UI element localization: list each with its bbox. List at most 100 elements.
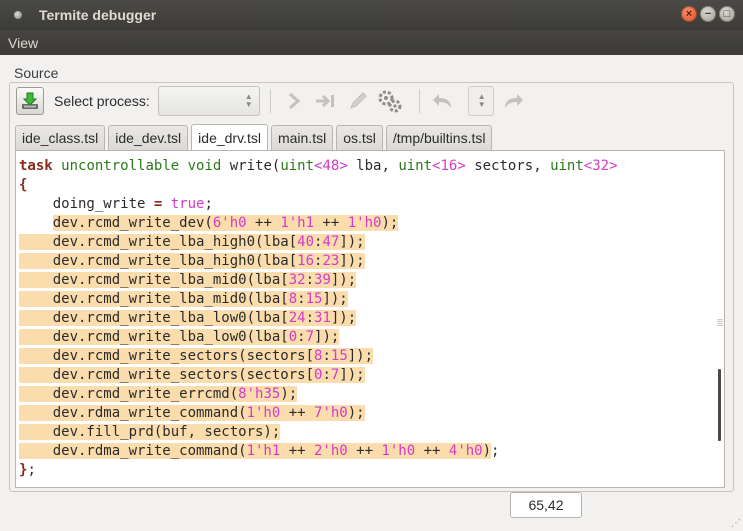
code-token: 24: [288, 310, 306, 326]
code-line[interactable]: dev.rcmd_write_lba_mid0(lba[32:39]);: [19, 271, 618, 290]
minimize-icon[interactable]: −: [700, 6, 716, 22]
code-line[interactable]: };: [19, 461, 618, 480]
code-line[interactable]: dev.rdma_write_command(1'h1 ++ 2'h0 ++ 1…: [19, 442, 618, 461]
code-token: uint: [550, 158, 584, 174]
close-icon[interactable]: ×: [681, 6, 697, 22]
continue-icon: [288, 92, 300, 110]
code-line[interactable]: {: [19, 176, 618, 195]
updown-arrows-icon: ▲ ▼: [244, 92, 253, 109]
code-token: ]);: [330, 272, 357, 288]
code-line[interactable]: dev.rcmd_write_errcmd(8'h35);: [19, 385, 618, 404]
code-view[interactable]: task uncontrollable void write(uint<48> …: [19, 157, 618, 480]
code-token: 1'h0: [381, 443, 416, 459]
code-token: dev.rdma_write_command(: [19, 405, 247, 421]
app-icon: [14, 11, 22, 19]
code-token: dev.rcmd_write_lba_low0(lba[: [19, 329, 289, 345]
file-tabs: ide_class.tsl ide_dev.tsl ide_drv.tsl ma…: [15, 124, 495, 151]
code-line[interactable]: dev.rcmd_write_sectors(sectors[0:7]);: [19, 366, 618, 385]
redo-button[interactable]: [500, 88, 526, 114]
code-line[interactable]: dev.rdma_write_command(1'h0 ++ 7'h0);: [19, 404, 618, 423]
code-line[interactable]: doing_write = true;: [19, 195, 618, 214]
code-line[interactable]: dev.rcmd_write_lba_low0(lba[0:7]);: [19, 328, 618, 347]
undo-button[interactable]: [430, 88, 456, 114]
code-token: ]);: [322, 291, 348, 307]
maximize-icon[interactable]: □: [719, 6, 735, 22]
code-line[interactable]: dev.rcmd_write_sectors(sectors[8:15]);: [19, 347, 618, 366]
code-token: 6'h0: [212, 215, 247, 231]
code-token: ]);: [339, 367, 365, 383]
tab-os[interactable]: os.tsl: [336, 125, 383, 150]
highlighted-code: dev.rcmd_write_lba_mid0(lba[8:15]);: [19, 291, 348, 307]
window-title: Termite debugger: [39, 7, 157, 23]
code-line[interactable]: dev.rcmd_write_lba_low0(lba[24:31]);: [19, 309, 618, 328]
vertical-scrollbar[interactable]: [718, 369, 721, 441]
code-token: );: [347, 405, 365, 421]
history-spinner[interactable]: ▲ ▼: [467, 86, 494, 116]
code-token: ++: [280, 443, 315, 459]
step-icon: [315, 94, 334, 108]
scroll-grip-icon: ═ ═: [717, 316, 723, 329]
code-token: uint: [398, 158, 433, 174]
code-token: :: [297, 329, 306, 345]
code-token: 4'h0: [448, 443, 483, 459]
tab-builtins[interactable]: /tmp/builtins.tsl: [385, 125, 493, 150]
code-token: dev.rcmd_write_sectors(sectors[: [19, 348, 315, 364]
code-token: dev.rcmd_write_lba_high0(lba[: [19, 253, 298, 269]
updown-arrows-icon: ▲ ▼: [477, 92, 486, 109]
source-label: Source: [14, 65, 59, 81]
code-token: ++: [246, 215, 281, 231]
code-token: ++: [280, 405, 315, 421]
code-line[interactable]: dev.rcmd_write_lba_high0(lba[40:47]);: [19, 233, 618, 252]
code-token: dev.rcmd_write_lba_low0(lba[: [19, 310, 289, 326]
code-token: :: [322, 367, 331, 383]
tab-main[interactable]: main.tsl: [270, 125, 334, 150]
step-button[interactable]: [313, 88, 339, 114]
menu-view[interactable]: View: [0, 35, 38, 51]
code-token: );: [381, 215, 399, 231]
code-token: ]);: [347, 348, 374, 364]
code-token: 32: [288, 272, 306, 288]
tab-ide-class[interactable]: ide_class.tsl: [15, 125, 106, 150]
code-token: ]);: [330, 310, 357, 326]
code-line[interactable]: dev.rcmd_write_lba_mid0(lba[8:15]);: [19, 290, 618, 309]
code-token: 1'h1: [280, 215, 315, 231]
code-line[interactable]: dev.rcmd_write_dev(6'h0 ++ 1'h1 ++ 1'h0)…: [19, 214, 618, 233]
resize-grip-icon[interactable]: ⋰: [731, 519, 741, 529]
settings-button[interactable]: [377, 88, 403, 114]
code-token: <48>: [314, 158, 348, 174]
toolbar-separator: [269, 89, 271, 113]
code-token: dev.rcmd_write_sectors(sectors[: [19, 367, 315, 383]
download-button[interactable]: [16, 87, 44, 115]
code-token: <32>: [583, 158, 618, 174]
code-token: dev.rcmd_write_dev(: [52, 215, 213, 231]
tab-ide-dev[interactable]: ide_dev.tsl: [108, 125, 189, 150]
code-token: 1'h0: [246, 405, 281, 421]
code-line[interactable]: dev.rcmd_write_lba_high0(lba[16:23]);: [19, 252, 618, 271]
highlighted-code: dev.rcmd_write_lba_mid0(lba[32:39]);: [19, 272, 357, 288]
code-token: ]);: [339, 234, 365, 250]
code-token: 1'h0: [347, 215, 382, 231]
code-token: uint: [280, 158, 315, 174]
code-token: 1'h1: [246, 443, 281, 459]
redo-icon: [504, 94, 523, 108]
toolbar: Select process: ▲ ▼ ▲ ▼: [16, 84, 532, 118]
edit-icon: [349, 92, 367, 109]
code-line[interactable]: task uncontrollable void write(uint<48> …: [19, 157, 618, 176]
continue-button[interactable]: [281, 88, 307, 114]
code-token: dev.fill_prd(buf, sectors);: [19, 424, 281, 440]
tab-ide-drv[interactable]: ide_drv.tsl: [191, 124, 268, 151]
select-process-dropdown[interactable]: ▲ ▼: [157, 86, 260, 116]
code-line[interactable]: dev.fill_prd(buf, sectors);: [19, 423, 618, 442]
highlighted-code: dev.fill_prd(buf, sectors);: [19, 424, 281, 440]
highlighted-code: dev.rdma_write_command(1'h0 ++ 7'h0);: [19, 405, 365, 421]
code-token: 7'h0: [314, 405, 348, 421]
highlighted-code: dev.rcmd_write_sectors(sectors[0:7]);: [19, 367, 365, 383]
code-token: {: [19, 177, 28, 193]
code-token: ;: [491, 443, 500, 459]
code-editor[interactable]: task uncontrollable void write(uint<48> …: [15, 150, 725, 488]
undo-icon: [432, 94, 451, 108]
highlighted-code: dev.rdma_write_command(1'h1 ++ 2'h0 ++ 1…: [19, 443, 492, 459]
code-token: 15: [330, 348, 348, 364]
code-token: );: [280, 386, 298, 402]
edit-button[interactable]: [345, 88, 371, 114]
